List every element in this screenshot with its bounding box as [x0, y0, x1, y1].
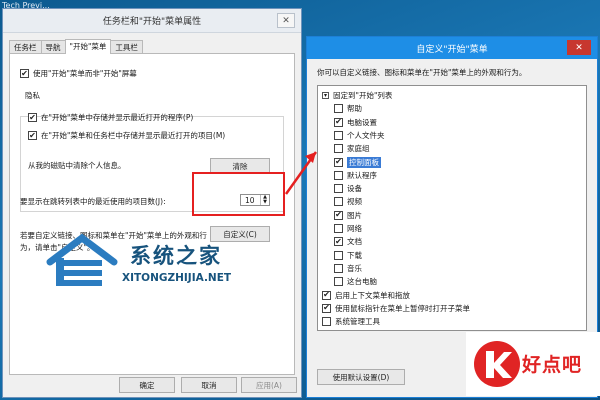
logo-title: 系统之家 [130, 244, 222, 268]
close-button[interactable]: ✕ [567, 40, 591, 55]
list-item[interactable]: ✔ 使用鼠标指针在菜单上暂停时打开子菜单 [322, 303, 470, 314]
list-item[interactable]: ✔ 启用上下文菜单和拖放 [322, 290, 410, 301]
option-checkbox[interactable] [334, 184, 343, 194]
tab-toolbars[interactable]: 工具栏 [110, 40, 143, 53]
option-checkbox[interactable] [334, 130, 343, 140]
window-titlebar[interactable]: 自定义"开始"菜单 ✕ [307, 37, 597, 59]
option-checkbox[interactable] [322, 317, 331, 327]
list-item[interactable]: ✔ 图片 [334, 210, 362, 221]
list-item-label: 个人文件夹 [347, 130, 385, 140]
list-item-label: 设备 [347, 184, 362, 194]
haodianba-watermark: 好点吧 [466, 332, 600, 396]
tab-strip: 任务栏 导航 "开始"菜单 工具栏 [9, 39, 143, 54]
apply-button[interactable]: 应用(A) [241, 377, 297, 393]
jump-list-label: 要显示在跳转列表中的最近使用的项目数(J): [20, 197, 166, 206]
list-item-label: 音乐 [347, 263, 362, 273]
list-item-label: 固定到"开始"列表 [333, 91, 393, 100]
xitongzhijia-logo: 系统之家 XITONGZHIJIA.NET [44, 232, 254, 302]
option-checkbox[interactable] [334, 170, 343, 180]
list-item[interactable]: ✔ 电脑设置 [334, 117, 377, 128]
privacy-group-label: 隐私 [22, 90, 43, 101]
haodianba-logo-icon [474, 341, 520, 387]
recent-items-checkbox[interactable]: ✔ [28, 131, 37, 140]
use-start-menu-label: 使用"开始"菜单而非"开始"屏幕 [33, 69, 137, 78]
list-item-label: 电脑设置 [347, 117, 377, 127]
list-item[interactable]: ▾ 固定到"开始"列表 [322, 90, 392, 101]
option-checkbox[interactable]: ✔ [322, 290, 331, 300]
list-item-label: 文档 [347, 237, 362, 247]
option-checkbox[interactable] [334, 224, 343, 233]
use-start-menu-row[interactable]: ✔ 使用"开始"菜单而非"开始"屏幕 [20, 68, 137, 79]
clear-history-label: 从我的磁贴中清除个人信息。 [28, 161, 126, 170]
option-checkbox[interactable] [334, 104, 343, 114]
dialog-footer: 确定 取消 应用(A) [3, 373, 301, 397]
list-item-label: 图片 [347, 210, 362, 220]
list-item-label: 家庭组 [347, 144, 370, 154]
list-item-label: 使用鼠标指针在菜单上暂停时打开子菜单 [335, 303, 470, 313]
list-item-label: 视频 [347, 197, 362, 207]
list-item[interactable]: 系统管理工具 [322, 316, 380, 327]
tab-navigation[interactable]: 导航 [40, 40, 66, 53]
collapse-icon[interactable]: ▾ [322, 92, 329, 99]
house-logo-icon [46, 233, 118, 286]
list-item[interactable]: 音乐 [334, 263, 362, 274]
use-default-settings-button[interactable]: 使用默认设置(D) [317, 369, 405, 385]
list-item-label: 控制面板 [347, 156, 381, 168]
privacy-recent-items-row[interactable]: ✔ 在"开始"菜单和任务栏中存储并显示最近打开的项目(M) [28, 130, 225, 141]
list-item[interactable]: 设备 [334, 183, 362, 194]
list-item[interactable]: 家庭组 [334, 143, 370, 154]
option-checkbox[interactable]: ✔ [322, 303, 331, 313]
list-item-label: 系统管理工具 [335, 317, 380, 327]
tab-taskbar[interactable]: 任务栏 [9, 40, 42, 53]
list-item-label: 默认程序 [347, 170, 377, 180]
option-checkbox[interactable]: ✔ [334, 210, 343, 220]
logo-url: XITONGZHIJIA.NET [122, 272, 232, 284]
list-item[interactable]: 帮助 [334, 103, 362, 114]
list-item-label: 这台电脑 [347, 277, 377, 287]
jump-list-row: 要显示在跳转列表中的最近使用的项目数(J): [20, 196, 166, 207]
option-checkbox[interactable] [334, 250, 343, 260]
description-text: 你可以自定义链接、图标和菜单在"开始"菜单上的外观和行为。 [317, 68, 527, 77]
recent-programs-label: 在"开始"菜单中存储并显示最近打开的程序(P) [41, 113, 194, 122]
ok-button[interactable]: 确定 [119, 377, 175, 393]
recent-programs-checkbox[interactable]: ✔ [28, 113, 37, 122]
clear-history-text: 从我的磁贴中清除个人信息。 [28, 160, 126, 171]
option-checkbox[interactable]: ✔ [334, 157, 343, 167]
list-item[interactable]: 下载 [334, 250, 362, 261]
list-item[interactable]: 个人文件夹 [334, 130, 385, 141]
customize-highlight-box [192, 172, 285, 216]
tab-start-menu[interactable]: "开始"菜单 [64, 39, 112, 54]
option-checkbox[interactable]: ✔ [334, 237, 343, 247]
option-checkbox[interactable] [334, 263, 343, 273]
close-button[interactable]: ✕ [277, 13, 295, 28]
list-item[interactable]: 这台电脑 [334, 276, 377, 287]
list-item-label: 启用上下文菜单和拖放 [335, 290, 410, 300]
window-title: 自定义"开始"菜单 [416, 44, 488, 55]
haodianba-text: 好点吧 [522, 354, 583, 376]
option-checkbox[interactable] [334, 197, 343, 207]
list-item[interactable]: 默认程序 [334, 170, 377, 181]
option-checkbox[interactable] [334, 277, 343, 287]
list-item[interactable]: 视频 [334, 196, 362, 207]
list-item-label: 下载 [347, 250, 362, 260]
list-item[interactable]: 网络 [334, 223, 362, 234]
cancel-button[interactable]: 取消 [181, 377, 237, 393]
privacy-recent-programs-row[interactable]: ✔ 在"开始"菜单中存储并显示最近打开的程序(P) [28, 112, 193, 123]
list-item[interactable]: ✔ 控制面板 [334, 156, 381, 168]
option-checkbox[interactable] [334, 144, 343, 154]
use-start-menu-checkbox[interactable]: ✔ [20, 69, 29, 78]
list-item-label: 网络 [347, 224, 362, 233]
start-menu-options-list[interactable]: ▾ 固定到"开始"列表帮助 ✔ 电脑设置个人文件夹家庭组 ✔ 控制面板默认程序设备视频 ✔ 图… [317, 85, 587, 331]
option-checkbox[interactable]: ✔ [334, 117, 343, 127]
window-title: 任务栏和"开始"菜单属性 [102, 17, 202, 27]
list-item[interactable]: ✔ 文档 [334, 236, 362, 247]
list-item-label: 帮助 [347, 104, 362, 114]
window-titlebar[interactable]: 任务栏和"开始"菜单属性 ✕ [3, 9, 301, 33]
recent-items-label: 在"开始"菜单和任务栏中存储并显示最近打开的项目(M) [41, 131, 226, 140]
